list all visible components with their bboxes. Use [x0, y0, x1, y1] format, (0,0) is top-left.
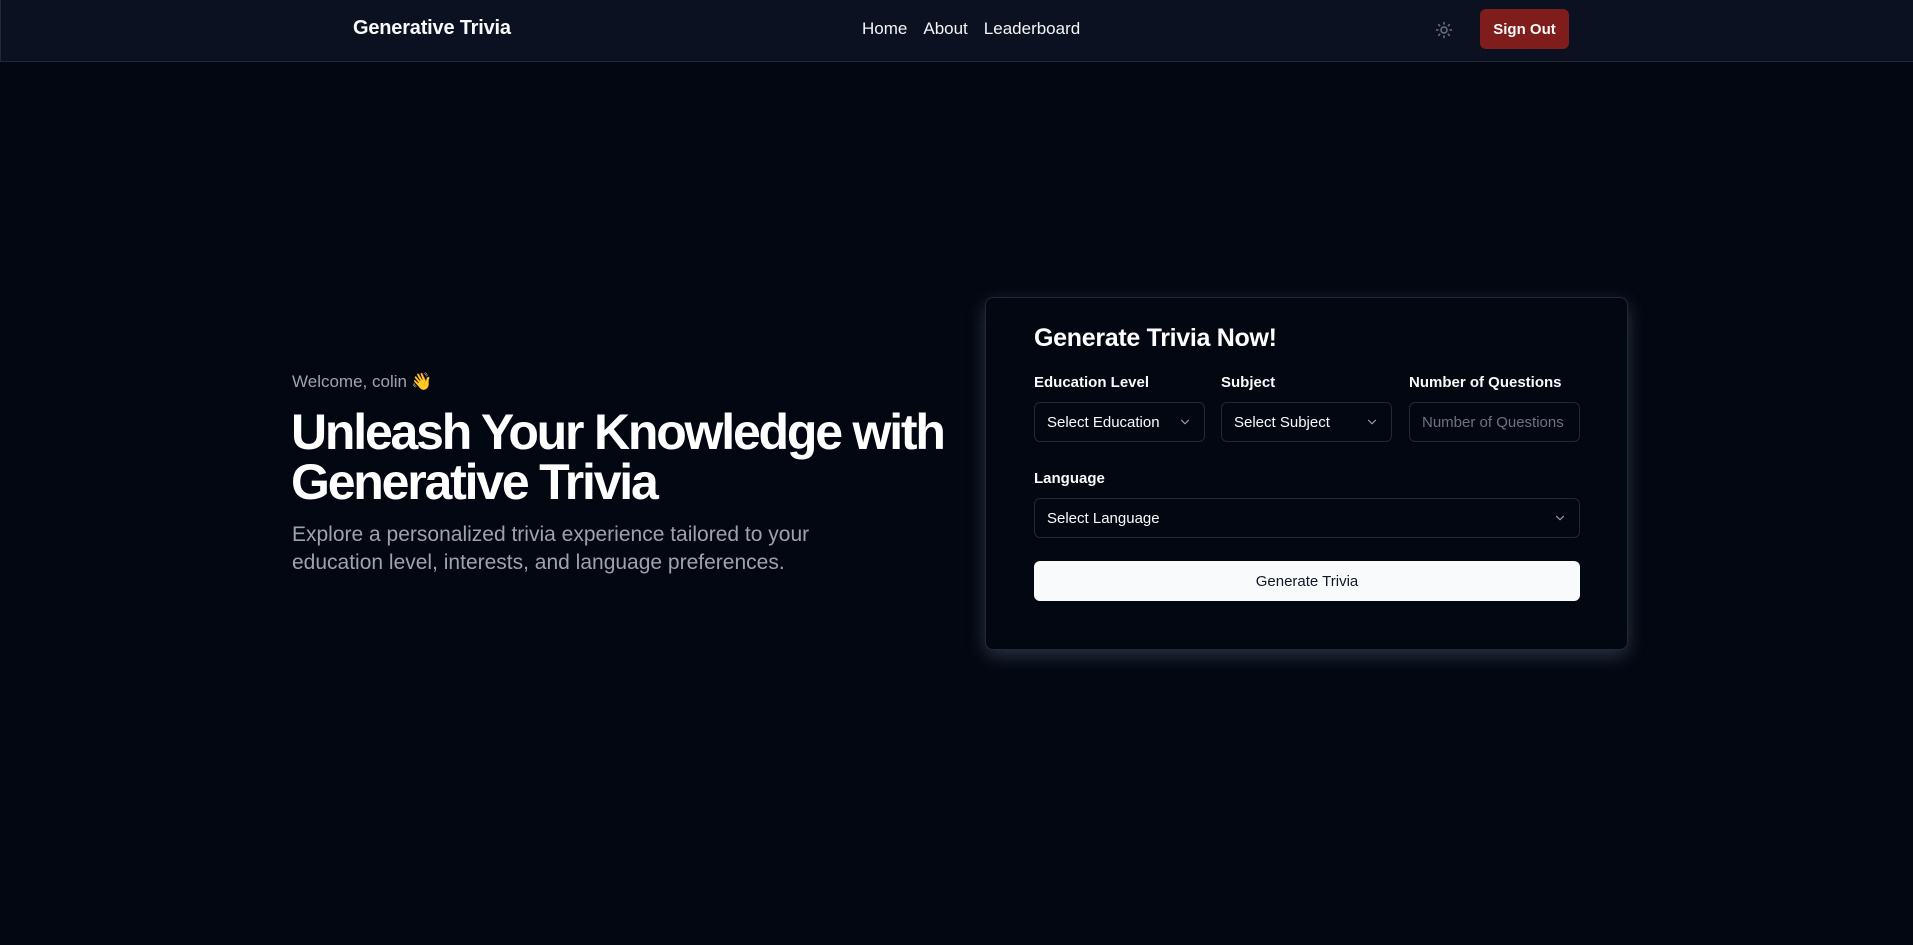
generate-trivia-card: Generate Trivia Now! Education Level Sel…: [985, 297, 1628, 650]
language-label: Language: [1034, 470, 1105, 487]
chevron-down-icon: [1555, 515, 1565, 521]
language-select[interactable]: Select Language: [1034, 498, 1580, 538]
sign-out-button[interactable]: Sign Out: [1480, 9, 1569, 49]
education-level-value: Select Education: [1047, 413, 1160, 431]
brand-logo[interactable]: Generative Trivia: [353, 17, 511, 40]
education-level-select[interactable]: Select Education: [1034, 402, 1205, 442]
hero-title: Unleash Your Knowledge with Generative T…: [291, 404, 946, 510]
theme-toggle-button[interactable]: [1431, 17, 1457, 43]
subject-value: Select Subject: [1234, 413, 1330, 431]
card-title: Generate Trivia Now!: [1034, 324, 1277, 352]
nav-about-link[interactable]: About: [923, 19, 967, 39]
welcome-message: Welcome, colin 👋: [292, 372, 432, 392]
chevron-down-icon: [1180, 419, 1190, 425]
number-of-questions-label: Number of Questions: [1409, 374, 1562, 391]
subject-label: Subject: [1221, 374, 1276, 391]
education-level-label: Education Level: [1034, 374, 1150, 391]
subject-select[interactable]: Select Subject: [1221, 402, 1392, 442]
number-of-questions-input[interactable]: [1409, 402, 1580, 442]
main-nav: Home About Leaderboard: [862, 19, 1080, 39]
hero-subtitle: Explore a personalized trivia experience…: [292, 523, 810, 574]
wave-emoji: 👋: [410, 372, 433, 391]
sun-icon: [1435, 21, 1453, 39]
nav-leaderboard-link[interactable]: Leaderboard: [984, 19, 1080, 39]
generate-trivia-button[interactable]: Generate Trivia: [1034, 561, 1580, 601]
navbar: Generative Trivia Home About Leaderboard…: [0, 0, 1913, 62]
language-value: Select Language: [1047, 509, 1160, 527]
chevron-down-icon: [1367, 419, 1377, 425]
nav-home-link[interactable]: Home: [862, 19, 907, 39]
welcome-text: Welcome, colin: [292, 372, 407, 391]
